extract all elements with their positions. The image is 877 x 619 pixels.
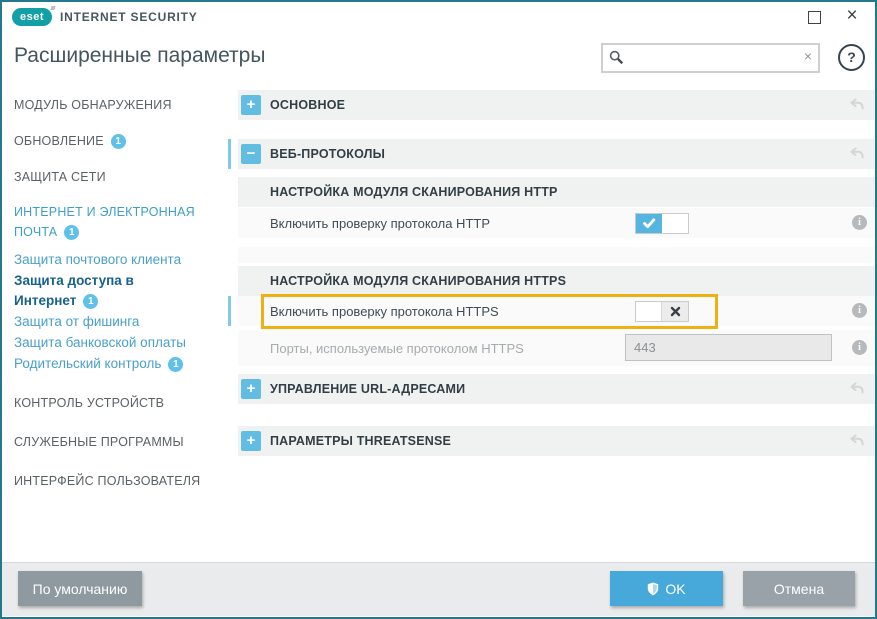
cancel-button[interactable]: Отмена <box>743 571 855 606</box>
subsection-header-https: НАСТРОЙКА МОДУЛЯ СКАНИРОВАНИЯ HTTPS <box>238 266 875 296</box>
uac-shield-icon <box>647 582 659 596</box>
button-label: Отмена <box>774 581 824 597</box>
search-input[interactable] <box>627 46 791 70</box>
sidebar-item-label: ЗАЩИТА СЕТИ <box>14 170 106 184</box>
product-name: INTERNET SECURITY <box>60 10 198 24</box>
sidebar-item-label: СЛУЖЕБНЫЕ ПРОГРАММЫ <box>14 435 184 449</box>
info-icon[interactable]: i <box>852 303 867 318</box>
section-label: ОСНОВНОЕ <box>270 98 345 112</box>
sidebar-item-label: МОДУЛЬ ОБНАРУЖЕНИЯ <box>14 98 172 112</box>
section-label: ВЕБ-ПРОТОКОЛЫ <box>270 147 385 161</box>
toggle-check-icon <box>636 214 662 233</box>
section-header-web-protocols[interactable]: − ВЕБ-ПРОТОКОЛЫ <box>238 139 875 169</box>
titlebar: eset INTERNET SECURITY × <box>2 2 875 32</box>
page-title: Расширенные параметры <box>14 44 265 68</box>
modified-section-marker <box>228 139 231 169</box>
sidebar-item-web-access-protection[interactable]: Защита доступа в Интернет1 <box>14 271 179 311</box>
setting-label: Порты, используемые протоколом HTTPS <box>270 341 524 356</box>
sidebar-item-label: Защита от фишинга <box>14 314 139 329</box>
subsection-label: НАСТРОЙКА МОДУЛЯ СКАНИРОВАНИЯ HTTPS <box>270 274 566 288</box>
sidebar-item-user-interface[interactable]: ИНТЕРФЕЙС ПОЛЬЗОВАТЕЛЯ <box>14 471 200 491</box>
sidebar-item-label: Родительский контроль <box>14 356 161 371</box>
revert-to-default-icon[interactable] <box>849 98 865 116</box>
revert-to-default-icon[interactable] <box>849 382 865 400</box>
sidebar-item-tools[interactable]: СЛУЖЕБНЫЕ ПРОГРАММЫ <box>14 432 184 452</box>
info-icon[interactable]: i <box>852 215 867 230</box>
expand-icon[interactable]: + <box>241 379 261 399</box>
count-badge: 1 <box>64 225 79 240</box>
maximize-button[interactable] <box>808 11 821 24</box>
sidebar-item-label: ИНТЕРФЕЙС ПОЛЬЗОВАТЕЛЯ <box>14 474 200 488</box>
setting-label: Включить проверку протокола HTTPS <box>270 304 499 319</box>
footer-bar: По умолчанию OK Отмена <box>2 562 875 616</box>
modified-setting-marker <box>228 296 231 326</box>
setting-row-http-toggle: Включить проверку протокола HTTP i <box>238 208 875 238</box>
toggle-knob <box>636 302 662 321</box>
sidebar-item-network-protection[interactable]: ЗАЩИТА СЕТИ <box>14 167 106 187</box>
search-clear-icon[interactable]: × <box>804 48 812 64</box>
toggle-cross-icon <box>662 302 688 321</box>
close-button[interactable]: × <box>840 4 864 28</box>
button-label: OK <box>665 581 685 597</box>
revert-to-default-icon[interactable] <box>849 147 865 165</box>
collapse-icon[interactable]: − <box>241 144 261 164</box>
setting-row-https-toggle: Включить проверку протокола HTTPS i <box>238 296 875 326</box>
eset-advanced-setup-window: eset INTERNET SECURITY × Расширенные пар… <box>0 0 877 619</box>
count-badge: 1 <box>168 357 183 372</box>
button-label: По умолчанию <box>33 581 128 597</box>
sidebar-item-update[interactable]: ОБНОВЛЕНИЕ 1 <box>14 131 126 151</box>
section-label: ПАРАМЕТРЫ THREATSENSE <box>270 434 451 448</box>
subsection-label: НАСТРОЙКА МОДУЛЯ СКАНИРОВАНИЯ HTTP <box>270 185 558 199</box>
expand-icon[interactable]: + <box>241 431 261 451</box>
count-badge: 1 <box>83 294 98 309</box>
sidebar-item-label: КОНТРОЛЬ УСТРОЙСТВ <box>14 396 164 410</box>
section-header-threatsense[interactable]: + ПАРАМЕТРЫ THREATSENSE <box>238 426 875 456</box>
section-header-url-management[interactable]: + УПРАВЛЕНИЕ URL-АДРЕСАМИ <box>238 374 875 404</box>
restore-defaults-button[interactable]: По умолчанию <box>18 571 142 606</box>
sidebar-item-antiphishing[interactable]: Защита от фишинга <box>14 312 139 332</box>
sidebar-item-label: Защита доступа в Интернет <box>14 273 134 308</box>
sidebar-item-banking-protection[interactable]: Защита банковской оплаты <box>14 333 186 353</box>
https-ports-input <box>625 334 832 361</box>
section-label: УПРАВЛЕНИЕ URL-АДРЕСАМИ <box>270 382 465 396</box>
info-icon[interactable]: i <box>852 340 867 355</box>
sidebar-item-email-client-protection[interactable]: Защита почтового клиента <box>14 250 181 270</box>
search-icon <box>609 50 624 65</box>
ok-button[interactable]: OK <box>610 571 723 606</box>
revert-to-default-icon[interactable] <box>849 434 865 452</box>
subsection-header-http: НАСТРОЙКА МОДУЛЯ СКАНИРОВАНИЯ HTTP <box>238 177 875 207</box>
https-toggle-switch[interactable] <box>635 301 689 322</box>
sidebar-item-label: Защита банковской оплаты <box>14 335 186 350</box>
sidebar-item-label: Защита почтового клиента <box>14 252 181 267</box>
eset-logo: eset <box>12 8 52 26</box>
http-toggle-switch[interactable] <box>635 213 689 234</box>
sidebar-item-web-and-email[interactable]: ИНТЕРНЕТ И ЭЛЕКТРОННАЯ ПОЧТА1 <box>14 202 219 242</box>
count-badge: 1 <box>111 134 126 149</box>
sidebar-item-parental-control[interactable]: Родительский контроль 1 <box>14 354 183 374</box>
sidebar-item-device-control[interactable]: КОНТРОЛЬ УСТРОЙСТВ <box>14 393 164 413</box>
empty-row <box>238 247 875 263</box>
sidebar-item-label: ИНТЕРНЕТ И ЭЛЕКТРОННАЯ ПОЧТА <box>14 205 195 239</box>
help-button[interactable]: ? <box>838 44 865 71</box>
expand-icon[interactable]: + <box>241 95 261 115</box>
setting-row-https-ports: Порты, используемые протоколом HTTPS i <box>238 330 875 366</box>
search-box: × <box>601 43 820 73</box>
setting-label: Включить проверку протокола HTTP <box>270 216 490 231</box>
sidebar-item-label: ОБНОВЛЕНИЕ <box>14 134 104 148</box>
toggle-knob <box>662 214 688 233</box>
sidebar-item-detection-engine[interactable]: МОДУЛЬ ОБНАРУЖЕНИЯ <box>14 95 172 115</box>
section-header-basic[interactable]: + ОСНОВНОЕ <box>238 90 875 120</box>
